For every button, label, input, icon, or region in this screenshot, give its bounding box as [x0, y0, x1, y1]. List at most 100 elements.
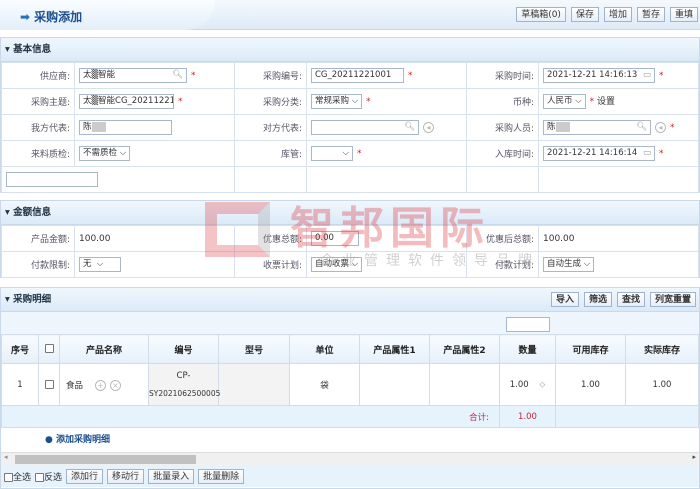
batch-delete-button[interactable]: 批量删除 [198, 468, 245, 484]
category-label: 采购分类: [234, 88, 307, 115]
column-search-input[interactable] [506, 317, 550, 332]
supplier-label: 供应商: [1, 62, 75, 89]
category-select[interactable]: 常规采购 ⌵ [311, 94, 363, 109]
row-checkbox[interactable] [44, 379, 54, 389]
col-index: 序号 [1, 334, 39, 364]
purchase-time-label: 采购时间: [466, 62, 539, 89]
import-button[interactable]: 导入 [550, 292, 579, 307]
product-code-line1: CP- [176, 370, 191, 381]
subject-input[interactable]: 太▒智能CG_2021122100 [79, 94, 174, 109]
buyer-input[interactable]: 陈 🔍︎ [543, 120, 651, 135]
supplier-input[interactable]: 太▒智能 🔍︎ [79, 68, 187, 83]
in-time-input[interactable]: 2021-12-21 14:16:14 ▭ [543, 146, 655, 161]
available-cell: 1.00 [555, 363, 626, 406]
col-unit[interactable]: 单位 [289, 334, 360, 364]
our-rep-label: 我方代表: [1, 114, 75, 141]
qc-select[interactable]: 不需质检 ⌵ [79, 146, 131, 161]
col-qty[interactable]: 数量 [499, 334, 556, 364]
spinner-icon[interactable]: ⬦ [539, 380, 545, 390]
select-all-option[interactable]: 全选 [4, 470, 31, 483]
table-header-row: 序号 产品名称 编号 型号 单位 产品属性1 产品属性2 数量 可用库存 实际库… [1, 334, 699, 364]
detail-table: 序号 产品名称 编号 型号 单位 产品属性1 产品属性2 数量 可用库存 实际库… [1, 334, 699, 428]
invoice-plan-label: 收票计划: [234, 251, 307, 278]
section-title: 采购明细 [13, 294, 52, 305]
batch-input-button[interactable]: 批量录入 [148, 468, 195, 484]
amount-section: ▾ 金额信息 产品金额: 100.00 优惠总额: 0.00 优惠后总额: 10… [0, 200, 700, 278]
add-row-button[interactable]: 添加行 [66, 468, 104, 484]
keeper-select[interactable]: ⌵ [311, 146, 353, 161]
actual-cell: 1.00 [625, 363, 699, 406]
add-detail-link[interactable]: ● 添加采购明细 [1, 428, 699, 452]
subject-label: 采购主题: [1, 88, 75, 115]
col-code[interactable]: 编号 [148, 334, 219, 364]
col-attr2[interactable]: 产品属性2 [429, 334, 500, 364]
attr2-cell[interactable] [429, 363, 500, 406]
detail-section: ▾ 采购明细 导入 筛选 查找 列宽重置 序号 产品名称 编号 型号 单位 产品… [0, 287, 700, 489]
discount-input[interactable]: 0.00 [311, 231, 359, 246]
total-row: 合计: 1.00 [1, 405, 699, 428]
extra-input[interactable] [6, 172, 98, 187]
reset-button[interactable]: 重填 [669, 7, 698, 22]
search-icon[interactable]: 🔍︎ [404, 121, 415, 134]
product-amount-label: 产品金额: [1, 225, 75, 252]
add-circle-icon[interactable]: + [95, 379, 107, 391]
back-icon[interactable]: ◂ [423, 122, 434, 133]
currency-setting-link[interactable]: 设置 [597, 97, 615, 107]
unit-cell[interactable]: 袋 [289, 363, 360, 406]
attr1-cell[interactable] [359, 363, 430, 406]
move-row-button[interactable]: 移动行 [107, 468, 145, 484]
basic-info-section: ▾ 基本信息 供应商: 太▒智能 🔍︎ * 采购编号: CG_20211221001… [0, 37, 700, 193]
table-row: 1 食品 + × CP- SY2021062500005 袋 1.00 ⬦ 1.00 … [1, 363, 699, 406]
pay-limit-select[interactable]: 无 ⌵ [79, 257, 121, 272]
product-name[interactable]: 食品 [66, 381, 83, 391]
code-input[interactable]: CG_20211221001 [311, 68, 404, 83]
add-button[interactable]: 增加 [603, 7, 632, 22]
total-qty: 1.00 [499, 405, 556, 428]
search-icon[interactable]: 🔍︎ [636, 121, 647, 134]
search-icon[interactable]: 🔍︎ [172, 69, 183, 82]
scrollbar-thumb[interactable] [15, 455, 196, 464]
arrow-right-icon: ➡ [20, 10, 31, 24]
invert-option[interactable]: 反选 [35, 470, 62, 483]
back-icon[interactable]: ◂ [655, 122, 666, 133]
select-all-checkbox[interactable] [44, 344, 54, 353]
horizontal-scrollbar[interactable]: ◂ ▸ [1, 452, 699, 465]
in-time-label: 入库时间: [466, 140, 539, 167]
their-rep-input[interactable]: 🔍︎ [311, 120, 419, 135]
col-actual[interactable]: 实际库存 [625, 334, 699, 364]
page-title-text: 采购添加 [34, 10, 83, 24]
after-discount-label: 优惠后总额: [466, 225, 539, 252]
qc-label: 来料质检: [1, 140, 75, 167]
drafts-button[interactable]: 草稿箱(0) [516, 7, 566, 22]
basic-info-header[interactable]: ▾ 基本信息 [1, 38, 699, 62]
purchase-time-input[interactable]: 2021-12-21 14:16:13 ▭ [543, 68, 655, 83]
invoice-plan-select[interactable]: 自动收票 ⌵ [311, 257, 363, 272]
product-amount-value: 100.00 [74, 225, 235, 252]
row-index: 1 [1, 363, 39, 406]
qty-cell[interactable]: 1.00 [510, 380, 529, 390]
amount-header[interactable]: ▾ 金额信息 [1, 201, 699, 225]
col-available[interactable]: 可用库存 [555, 334, 626, 364]
col-attr1[interactable]: 产品属性1 [359, 334, 430, 364]
currency-label: 币种: [466, 88, 539, 115]
currency-select[interactable]: 人民币 ⌵ [543, 94, 586, 109]
col-model[interactable]: 型号 [218, 334, 290, 364]
total-label: 合计: [1, 405, 500, 428]
our-rep-input[interactable]: 陈 [79, 120, 172, 135]
code-label: 采购编号: [234, 62, 307, 89]
find-button[interactable]: 查找 [616, 292, 645, 307]
model-cell [218, 363, 290, 406]
pay-plan-select[interactable]: 自动生成 ⌵ [543, 257, 595, 272]
save-button[interactable]: 保存 [570, 7, 599, 22]
section-title: 基本信息 [13, 44, 52, 55]
calendar-icon[interactable]: ▭ [643, 69, 651, 82]
calendar-icon[interactable]: ▭ [643, 147, 651, 160]
remove-circle-icon[interactable]: × [110, 379, 122, 391]
reset-width-button[interactable]: 列宽重置 [649, 292, 696, 307]
pay-limit-label: 付款限制: [1, 251, 75, 278]
col-product-name[interactable]: 产品名称 [59, 334, 149, 364]
footer-toolbar: 全选 反选 添加行 移动行 批量录入 批量删除 [1, 465, 699, 487]
temp-save-button[interactable]: 暂存 [636, 7, 665, 22]
detail-header[interactable]: ▾ 采购明细 导入 筛选 查找 列宽重置 [1, 288, 699, 312]
filter-button[interactable]: 筛选 [583, 292, 612, 307]
